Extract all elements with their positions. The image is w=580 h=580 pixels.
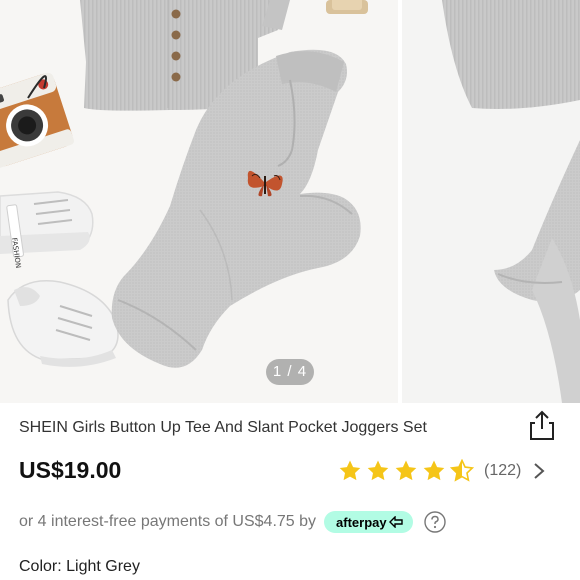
rating-summary[interactable]: (122) <box>338 458 545 484</box>
star-full-icon <box>339 460 361 481</box>
help-circle-icon[interactable] <box>423 511 446 533</box>
product-price: US$19.00 <box>19 457 122 483</box>
product-title: SHEIN Girls Button Up Tee And Slant Pock… <box>19 419 427 436</box>
star-half-icon <box>450 459 474 482</box>
star-full-icon <box>395 460 417 481</box>
carousel-page-indicator: 1 / 4 <box>266 359 314 385</box>
afterpay-badge[interactable]: afterpay <box>324 511 413 533</box>
share-icon[interactable] <box>527 409 557 441</box>
product-image-2[interactable] <box>402 0 580 403</box>
product-image-1[interactable]: FASHION 1 / 4 <box>0 0 398 403</box>
star-full-icon <box>423 460 445 481</box>
rating-count: (122) <box>484 462 522 479</box>
afterpay-label: afterpay <box>336 514 387 530</box>
installment-offer: or 4 interest-free payments of US$4.75 b… <box>19 510 446 534</box>
chevron-right-icon <box>534 463 545 479</box>
product-photo-outfit: FASHION <box>0 0 398 403</box>
afterpay-logo-icon <box>388 516 403 528</box>
star-full-icon <box>367 460 389 481</box>
product-image-carousel[interactable]: FASHION 1 / 4 <box>0 0 580 403</box>
selected-color-label: Color: Light Grey <box>19 558 140 575</box>
product-photo-detail <box>402 0 580 403</box>
installment-text: or 4 interest-free payments of US$4.75 b… <box>19 513 317 530</box>
